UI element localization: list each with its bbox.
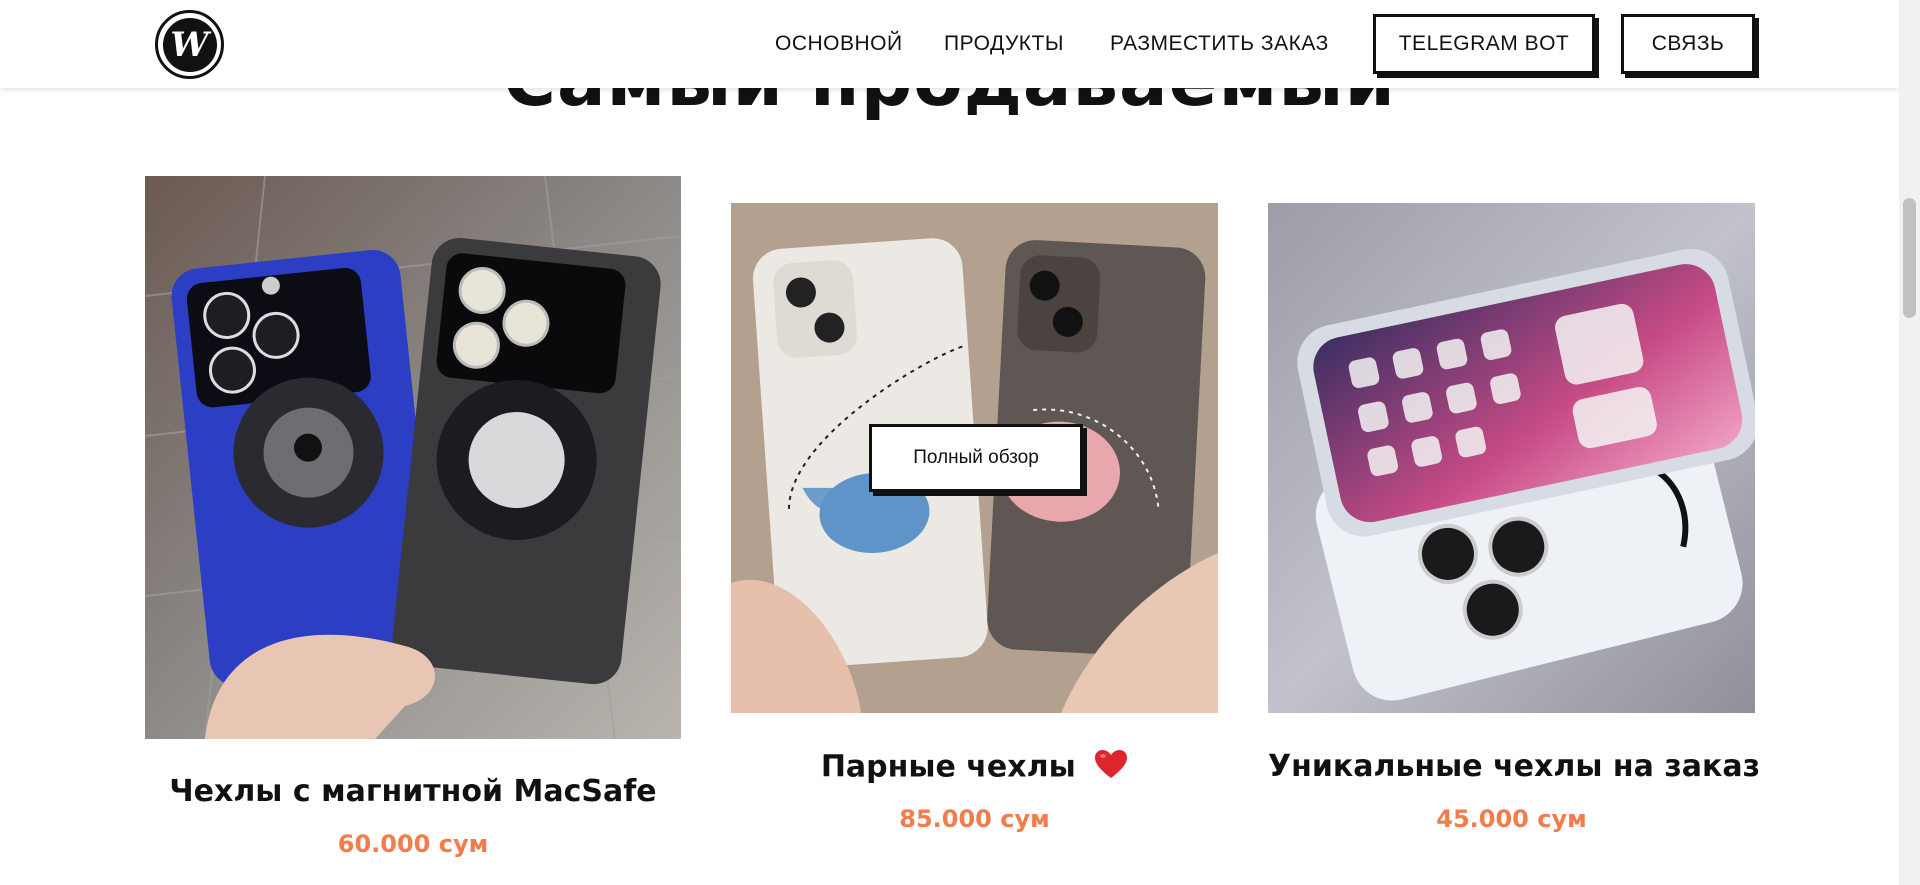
product-title[interactable]: Уникальные чехлы на заказ [1268,749,1760,784]
telegram-bot-label: TELEGRAM BOT [1398,32,1570,55]
custom-cases-picture [1268,203,1755,713]
product-title-text: Чехлы с магнитной MacSafe [169,774,657,809]
nav-main[interactable]: ОСНОВНОЙ [775,30,903,58]
heart-icon [1094,749,1128,787]
logo-letter: W [170,24,209,65]
quick-view-label: Полный обзор [913,447,1039,468]
scrollbar-thumb[interactable] [1903,198,1916,318]
contact-label: СВЯЗЬ [1651,32,1725,55]
logo-mark: W [162,17,217,72]
telegram-bot-button[interactable]: TELEGRAM BOT [1373,14,1595,74]
macsafe-cases-picture [145,176,681,739]
product-image-custom[interactable] [1268,203,1755,713]
nav-products[interactable]: ПРОДУКТЫ [944,30,1064,58]
page: Самый продаваемый W ОСНОВНОЙ ПРОДУКТЫ РА… [0,0,1899,885]
product-price: 45.000 сум [1436,805,1587,833]
product-title[interactable]: Чехлы с магнитной MacSafe [145,774,681,809]
product-title-text: Парные чехлы [820,749,1076,785]
product-title[interactable]: Парные чехлы [731,749,1218,787]
quick-view-button[interactable]: Полный обзор [869,424,1083,492]
scrollbar-track[interactable] [1899,0,1920,885]
product-price: 60.000 сум [337,830,489,858]
product-title-text: Уникальные чехлы на заказ [1268,749,1761,784]
product-price: 85.000 сум [899,805,1050,833]
site-header: W ОСНОВНОЙ ПРОДУКТЫ РАЗМЕСТИТЬ ЗАКАЗ TEL… [0,0,1899,88]
logo[interactable]: W [155,10,224,79]
product-image-macsafe[interactable] [145,176,681,739]
nav-order[interactable]: РАЗМЕСТИТЬ ЗАКАЗ [1110,30,1329,58]
contact-button[interactable]: СВЯЗЬ [1621,14,1755,74]
